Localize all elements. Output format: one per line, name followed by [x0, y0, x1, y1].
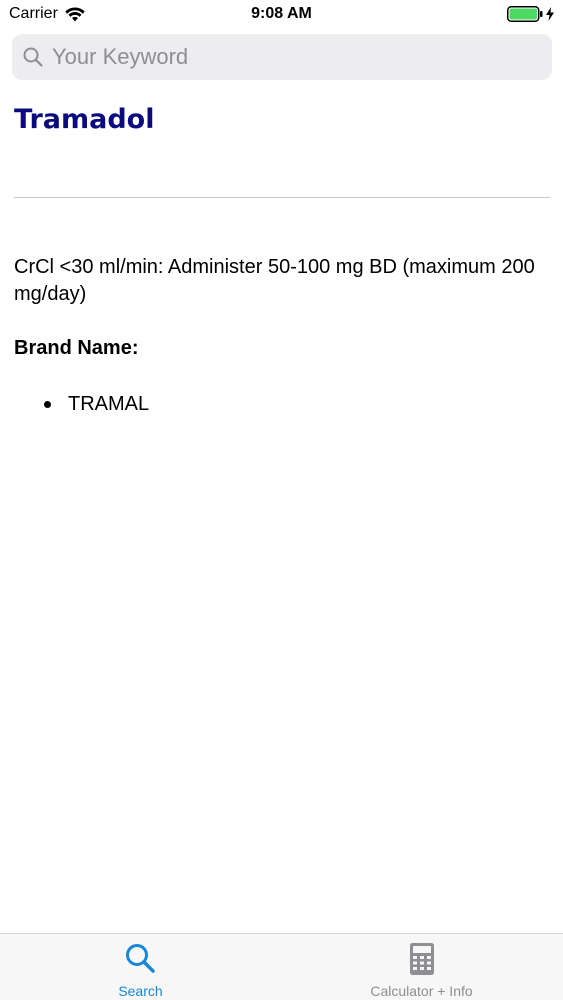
tab-bar: Search Calculator + Info	[0, 933, 563, 1000]
tab-calculator-info-label: Calculator + Info	[370, 983, 473, 999]
search-icon	[23, 47, 43, 67]
charging-bolt-icon	[546, 7, 554, 21]
tab-calculator-info[interactable]: Calculator + Info	[281, 934, 562, 1000]
screen: Carrier 9:08 AM Tramado	[0, 0, 563, 1000]
drug-content: Tramadol	[14, 104, 550, 135]
search-input[interactable]	[52, 37, 522, 77]
calculator-icon	[409, 943, 434, 975]
tab-search[interactable]: Search	[0, 934, 281, 1000]
brand-name: TRAMAL	[68, 393, 150, 415]
status-bar: Carrier 9:08 AM	[0, 0, 563, 30]
dosing-text: CrCl <30 ml/min: Administer 50-100 mg BD…	[14, 256, 535, 305]
status-right	[507, 6, 554, 22]
search-field[interactable]	[12, 34, 552, 80]
list-item: TRAMAL	[44, 391, 149, 418]
divider	[14, 197, 550, 198]
brand-name-list: TRAMAL	[44, 391, 149, 418]
status-time: 9:08 AM	[251, 5, 312, 22]
tab-search-label: Search	[118, 983, 163, 999]
battery-icon	[507, 6, 543, 22]
search-icon	[125, 944, 155, 973]
drug-title: Tramadol	[14, 104, 155, 135]
brand-name-heading: Brand Name:	[14, 337, 139, 359]
bullet	[44, 401, 51, 408]
